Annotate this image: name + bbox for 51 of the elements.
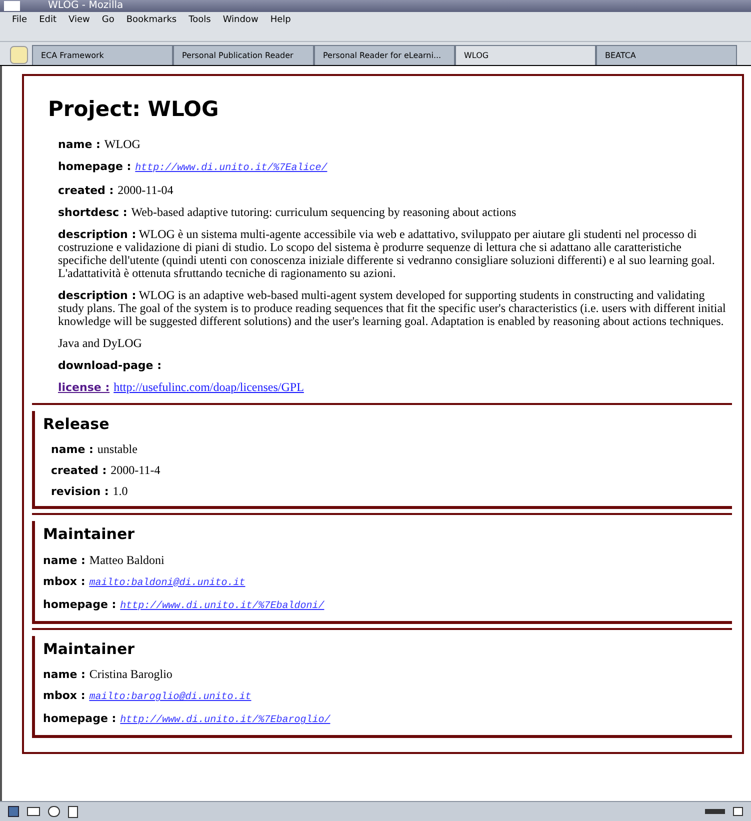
field-value: 2000-11-04 — [118, 184, 174, 196]
field-link[interactable]: http://www.di.unito.it/%7Ebaldoni/ — [120, 600, 324, 612]
browser-tab[interactable]: BEATCA — [596, 45, 737, 65]
project-title: Project: WLOG — [48, 96, 220, 123]
menu-item[interactable]: Edit — [39, 15, 56, 25]
field-label: name : — [51, 443, 94, 456]
field-link[interactable]: mailto:baldoni@di.unito.it — [89, 576, 246, 590]
navigator-icon[interactable] — [8, 806, 19, 817]
menu-item[interactable]: File — [12, 15, 28, 25]
field-label: mbox : — [43, 689, 86, 702]
field-label: created : — [58, 184, 114, 196]
field-label: name : — [58, 138, 100, 150]
menu-item[interactable]: Window — [222, 15, 258, 25]
menu-item[interactable]: Tools — [188, 15, 211, 25]
field-link[interactable]: http://usefulinc.com/doap/licenses/GPL — [114, 380, 304, 394]
field-link[interactable]: http://www.di.unito.it/%7Ebaroglio/ — [120, 714, 330, 727]
menu-item[interactable]: Help — [270, 15, 291, 25]
field-label: created : — [51, 464, 107, 477]
window-title: WLOG - Mozilla — [48, 1, 124, 11]
browser-tab[interactable]: ECA Framework — [32, 45, 173, 65]
section-title: Release — [43, 414, 110, 434]
menu-item[interactable]: Go — [102, 15, 114, 25]
field-link[interactable]: http://www.di.unito.it/%7Ealice/ — [135, 162, 328, 174]
section-title: Maintainer — [43, 524, 136, 545]
browser-tab[interactable]: Personal Reader for eLearni... — [314, 45, 455, 65]
field-paragraph: description : WLOG è un sistema multi-agente accessibile via web e adattativo, sviluppato per aiutare gli studenti nel processo di costruzione e validazione di piani di studio. Lo scopo del sistema è produrre sequenze di lettura che si adattano alle caratteristiche specifiche dell'utente (quindi utenti con conoscenza iniziale differente si vedranno consigliare soluzioni differenti) e al suo learning goal. L'adattatività è ottenuta sfruttando tecniche di ragionamento su azioni. — [58, 228, 716, 280]
field-label: shortdesc : — [58, 206, 128, 218]
section-title: Maintainer — [43, 638, 136, 660]
field-label: revision : — [51, 485, 109, 498]
field-link[interactable]: mailto:baroglio@di.unito.it — [89, 691, 252, 704]
field-value: 2000-11-4 — [110, 464, 160, 477]
field-label: homepage : — [43, 712, 116, 725]
field-value: WLOG — [104, 138, 140, 150]
field-value: Cristina Baroglio — [89, 668, 172, 681]
field-label: download-page : — [58, 358, 162, 372]
field-label: name : — [43, 668, 86, 681]
menu-item[interactable]: View — [68, 15, 90, 25]
field-paragraph: description : WLOG is an adaptive web-based multi-agent system developed for supporting students in constructing and validating study plans. The goal of the system is to produce reading sequences that fit the specific user's characteristics (i.e. users with different initial knowledge will be suggested different solutions) and the user's learning goal. Adaptation is enabled by reasoning about actions techniques. — [58, 288, 727, 328]
field-value: Matteo Baldoni — [89, 554, 164, 566]
field-label: mbox : — [43, 574, 86, 588]
field-label: homepage : — [43, 598, 116, 610]
field-text: Java and DyLOG — [58, 336, 143, 350]
browser-tab[interactable]: WLOG — [455, 45, 596, 65]
field-value: unstable — [97, 443, 138, 456]
field-label: homepage : — [58, 160, 132, 172]
field-value: Web-based adaptive tutoring: curriculum sequencing by reasoning about actions — [131, 206, 516, 218]
menu-item[interactable]: Bookmarks — [126, 15, 177, 25]
field-value: 1.0 — [112, 485, 128, 498]
browser-tab[interactable]: Personal Publication Reader — [173, 45, 314, 65]
field-label-link[interactable]: license : — [58, 380, 110, 394]
field-label: name : — [43, 554, 86, 566]
